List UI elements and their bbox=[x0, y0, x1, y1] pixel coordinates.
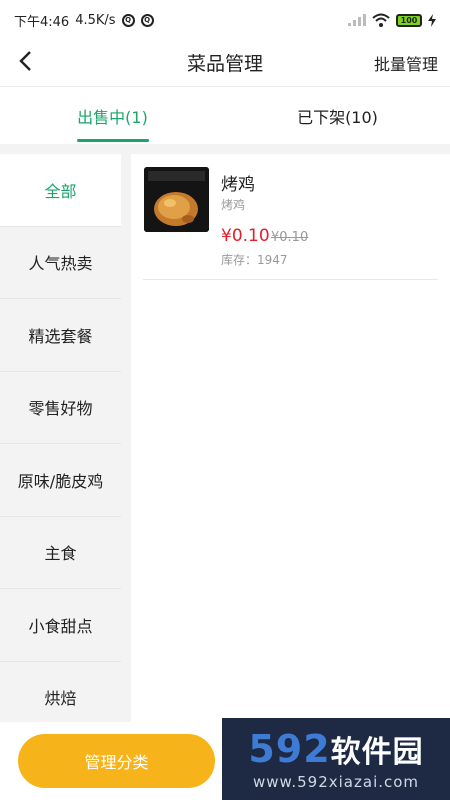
tab-off-shelf[interactable]: 已下架(10) bbox=[225, 87, 450, 144]
nav-bar: 菜品管理 批量管理 bbox=[0, 40, 450, 84]
notification-icon: Q bbox=[121, 13, 135, 27]
watermark-num: 592 bbox=[248, 727, 331, 771]
product-stock: 库存：1947 bbox=[221, 253, 288, 267]
status-bar: 下午4:46 4.5K/s Q Q 100 bbox=[0, 0, 450, 40]
network-speed: 4.5K/s bbox=[75, 12, 116, 28]
category-item-staple[interactable]: 主食 bbox=[0, 516, 121, 589]
notification-icon-2: Q bbox=[140, 13, 154, 27]
watermark-site: www.592xiazai.com bbox=[252, 773, 420, 791]
back-button[interactable] bbox=[10, 46, 40, 76]
status-time: 下午4:46 bbox=[14, 14, 70, 30]
category-sidebar: 全部 人气热卖 精选套餐 零售好物 原味/脆皮鸡 主食 小食甜点 烘焙 bbox=[0, 154, 131, 734]
category-item-popular[interactable]: 人气热卖 bbox=[0, 226, 121, 299]
wifi-icon bbox=[372, 13, 390, 27]
status-right: 100 bbox=[348, 13, 436, 27]
category-item-all[interactable]: 全部 bbox=[0, 154, 121, 227]
product-list: 烤鸡 烤鸡 ¥0.10 ¥0.10 库存：1947 bbox=[131, 154, 450, 722]
divider-band bbox=[0, 144, 450, 154]
tab-bar: 出售中(1) 已下架(10) bbox=[0, 86, 450, 144]
manage-category-button[interactable]: 管理分类 bbox=[18, 734, 215, 788]
charging-icon bbox=[428, 13, 436, 27]
product-desc: 烤鸡 bbox=[221, 198, 246, 212]
product-price: ¥0.10 bbox=[221, 226, 270, 246]
battery-icon: 100 bbox=[396, 13, 422, 27]
product-item[interactable]: 烤鸡 烤鸡 ¥0.10 ¥0.10 库存：1947 bbox=[143, 166, 438, 280]
tab-on-sale[interactable]: 出售中(1) bbox=[0, 87, 225, 144]
batch-manage-button[interactable]: 批量管理 bbox=[374, 51, 438, 75]
status-left: 下午4:46 4.5K/s Q Q bbox=[14, 11, 154, 30]
watermark-brand: 592软件园 bbox=[248, 727, 423, 771]
chevron-left-icon bbox=[19, 51, 31, 71]
signal-icon bbox=[348, 14, 366, 26]
category-item-combo[interactable]: 精选套餐 bbox=[0, 299, 121, 372]
watermark-cn: 软件园 bbox=[330, 735, 424, 770]
roast-chicken-image bbox=[144, 167, 209, 232]
product-name: 烤鸡 bbox=[221, 175, 255, 195]
category-item-snacks[interactable]: 小食甜点 bbox=[0, 589, 121, 662]
battery-level: 100 bbox=[400, 15, 418, 25]
category-item-chicken[interactable]: 原味/脆皮鸡 bbox=[0, 444, 121, 517]
page-title: 菜品管理 bbox=[186, 52, 263, 75]
product-image bbox=[144, 167, 209, 232]
category-item-retail[interactable]: 零售好物 bbox=[0, 371, 121, 444]
product-original-price: ¥0.10 bbox=[271, 230, 309, 245]
watermark-logo: 592软件园 www.592xiazai.com bbox=[222, 718, 450, 800]
